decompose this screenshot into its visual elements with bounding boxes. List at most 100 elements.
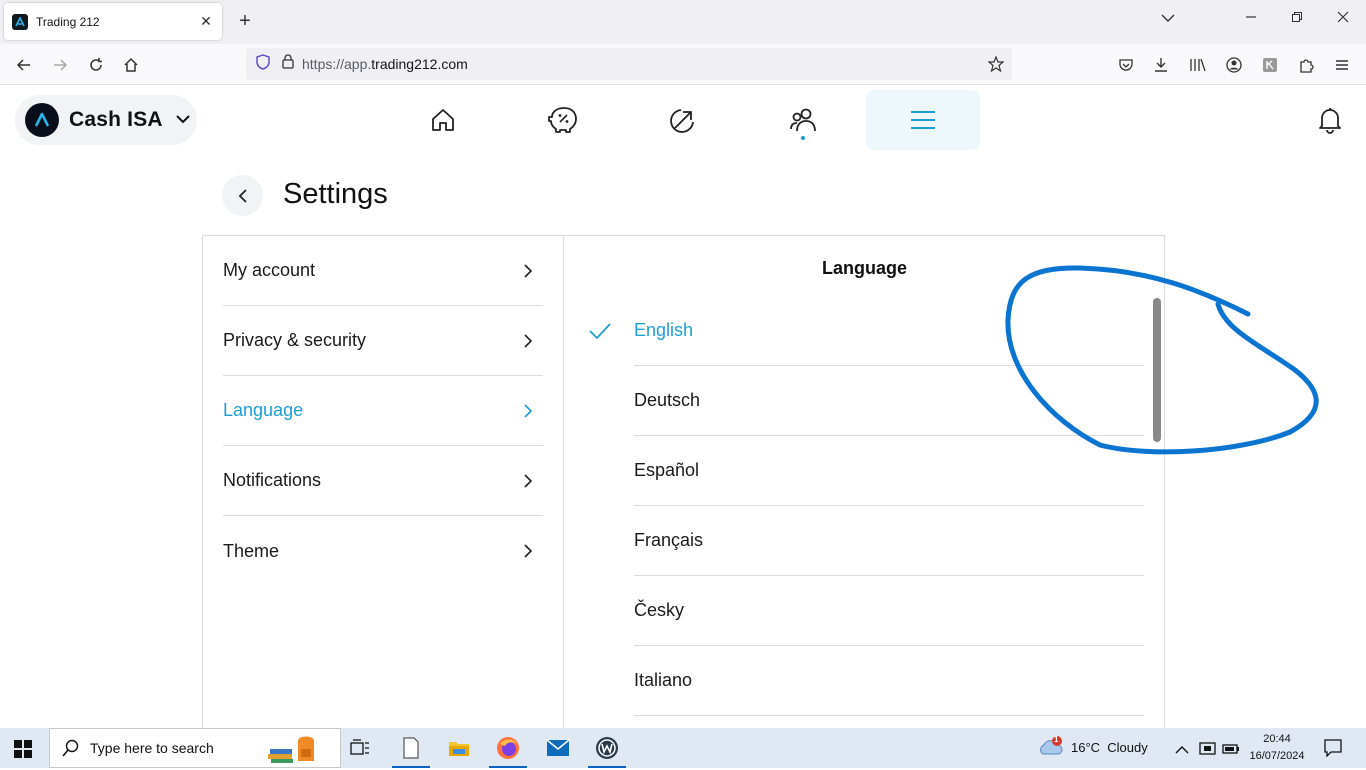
menu-item-my-account[interactable]: My account bbox=[223, 236, 543, 306]
lock-icon[interactable] bbox=[282, 54, 294, 74]
bookmark-star-icon[interactable] bbox=[987, 55, 1005, 77]
books-backpack-icon bbox=[266, 733, 330, 770]
chevron-right-icon bbox=[524, 473, 533, 488]
chevron-left-icon bbox=[238, 188, 247, 203]
nav-menu[interactable] bbox=[866, 90, 980, 150]
home-icon[interactable] bbox=[118, 52, 144, 78]
reload-icon[interactable] bbox=[83, 52, 109, 78]
downloads-icon[interactable] bbox=[1148, 52, 1174, 78]
taskbar-clock[interactable]: 20:44 16/07/2024 bbox=[1244, 731, 1310, 765]
address-bar[interactable]: https://app.trading212.com bbox=[246, 48, 1012, 80]
language-label: Italiano bbox=[634, 670, 693, 690]
nav-invest[interactable] bbox=[626, 90, 740, 150]
piggy-bank-icon bbox=[548, 107, 577, 133]
language-option-italiano[interactable]: Italiano bbox=[634, 646, 1144, 716]
windows-start-icon[interactable] bbox=[14, 740, 32, 763]
nav-savings[interactable] bbox=[506, 90, 620, 150]
notification-dot bbox=[801, 136, 805, 140]
chevron-up-icon[interactable] bbox=[1175, 742, 1189, 760]
browser-nav-bar: https://app.trading212.com bbox=[0, 44, 1366, 85]
menu-item-privacy-security[interactable]: Privacy & security bbox=[223, 306, 543, 376]
minimize-icon[interactable] bbox=[1239, 10, 1263, 28]
weather-cloud-icon[interactable]: 1 bbox=[1038, 735, 1064, 763]
language-option-cesky[interactable]: Česky bbox=[634, 576, 1144, 646]
nav-home[interactable] bbox=[386, 90, 500, 150]
windows-taskbar: Type here to search 1 16°C Cloudy 20:44 … bbox=[0, 728, 1366, 768]
account-switcher[interactable]: Cash ISA bbox=[15, 95, 197, 145]
language-option-deutsch[interactable]: Deutsch bbox=[634, 366, 1144, 436]
extensions-puzzle-icon[interactable] bbox=[1293, 52, 1319, 78]
search-placeholder: Type here to search bbox=[90, 740, 214, 756]
language-list-scrollbar[interactable] bbox=[1153, 298, 1161, 442]
menu-item-language[interactable]: Language bbox=[223, 376, 543, 446]
settings-menu: My account Privacy & security Language N… bbox=[203, 236, 564, 735]
browser-tab-bar: Trading 212 ✕ + bbox=[0, 0, 1366, 44]
nav-community[interactable] bbox=[746, 90, 860, 150]
battery-icon[interactable] bbox=[1222, 742, 1240, 760]
hamburger-menu-icon bbox=[911, 111, 935, 129]
chevron-right-icon bbox=[524, 333, 533, 348]
language-label: Français bbox=[634, 530, 704, 550]
wps-app-icon[interactable] bbox=[588, 733, 626, 768]
language-section-title: Language bbox=[822, 258, 908, 278]
menu-icon[interactable] bbox=[1329, 52, 1355, 78]
task-view-icon[interactable] bbox=[341, 733, 379, 763]
menu-item-label: Theme bbox=[223, 540, 280, 561]
account-name: Cash ISA bbox=[69, 108, 163, 131]
date: 16/07/2024 bbox=[1249, 750, 1305, 762]
weather-alert-badge: 1 bbox=[1054, 735, 1059, 744]
trading212-logo-icon bbox=[25, 103, 59, 137]
network-icon[interactable] bbox=[1199, 740, 1217, 761]
checkmark-icon bbox=[589, 323, 611, 340]
list-all-tabs-icon[interactable] bbox=[1156, 10, 1180, 28]
weather-text[interactable]: 16°C Cloudy bbox=[1071, 740, 1148, 755]
mail-icon[interactable] bbox=[539, 733, 577, 763]
back-button[interactable] bbox=[222, 175, 263, 216]
library-icon[interactable] bbox=[1185, 52, 1211, 78]
chevron-right-icon bbox=[524, 263, 533, 278]
action-center-icon[interactable] bbox=[1324, 739, 1342, 762]
home-icon bbox=[432, 109, 454, 131]
restore-icon[interactable] bbox=[1285, 10, 1309, 28]
menu-item-label: Language bbox=[223, 400, 304, 420]
language-option-english[interactable]: English bbox=[634, 296, 1144, 366]
people-icon bbox=[790, 108, 816, 132]
language-label: Deutsch bbox=[634, 390, 701, 410]
trading212-favicon-icon bbox=[12, 13, 28, 30]
close-window-icon[interactable] bbox=[1331, 10, 1355, 28]
menu-item-theme[interactable]: Theme bbox=[223, 516, 543, 586]
chevron-down-icon bbox=[175, 111, 191, 129]
firefox-icon[interactable] bbox=[489, 733, 527, 768]
extension-icon[interactable] bbox=[1257, 52, 1283, 78]
language-option-francais[interactable]: Français bbox=[634, 506, 1144, 576]
chevron-right-icon bbox=[524, 403, 533, 418]
taskbar-search-input[interactable]: Type here to search bbox=[49, 728, 341, 768]
language-label: Česky bbox=[634, 600, 685, 620]
menu-item-label: My account bbox=[223, 260, 316, 280]
chevron-right-icon bbox=[524, 544, 533, 558]
shield-icon[interactable] bbox=[256, 53, 270, 75]
tab-close-icon[interactable]: ✕ bbox=[198, 13, 214, 30]
menu-item-notifications[interactable]: Notifications bbox=[223, 446, 543, 516]
menu-item-label: Privacy & security bbox=[223, 330, 367, 350]
account-icon[interactable] bbox=[1221, 52, 1247, 78]
language-label: Español bbox=[634, 460, 700, 480]
growth-arrow-icon bbox=[670, 109, 694, 133]
file-explorer-icon[interactable] bbox=[440, 733, 478, 763]
pocket-icon[interactable] bbox=[1113, 52, 1139, 78]
back-arrow-icon[interactable] bbox=[11, 52, 37, 78]
url-text: https://app.trading212.com bbox=[302, 56, 468, 72]
forward-arrow-icon[interactable] bbox=[47, 52, 73, 78]
search-icon bbox=[62, 739, 79, 757]
new-tab-icon[interactable]: + bbox=[234, 10, 256, 33]
language-option-espanol[interactable]: Español bbox=[634, 436, 1144, 506]
time: 20:44 bbox=[1263, 733, 1291, 745]
page-title: Settings bbox=[283, 178, 388, 210]
language-label: English bbox=[634, 320, 694, 340]
tab-title: Trading 212 bbox=[36, 14, 100, 29]
notifications-bell-icon[interactable] bbox=[1318, 106, 1342, 139]
settings-panel: My account Privacy & security Language N… bbox=[202, 235, 1165, 735]
notepad-icon[interactable] bbox=[392, 733, 430, 768]
menu-item-label: Notifications bbox=[223, 470, 322, 490]
browser-tab[interactable]: Trading 212 ✕ bbox=[4, 3, 222, 40]
